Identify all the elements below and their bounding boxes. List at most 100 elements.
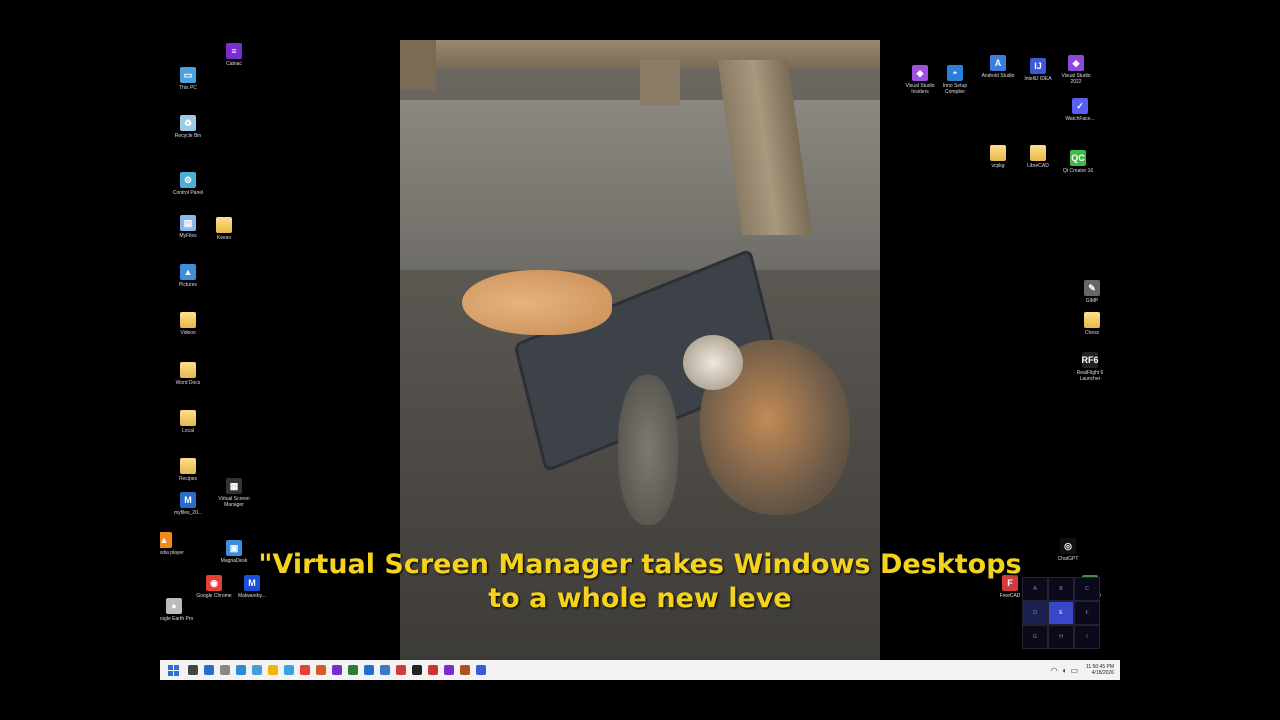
- taskbar-widgets-icon[interactable]: [204, 665, 214, 675]
- desktop-icon-watchface[interactable]: ✓ WatchFace...: [1060, 98, 1100, 122]
- visual-studio-2022-icon: ◆: [1068, 55, 1084, 71]
- taskbar-file-explorer-icon[interactable]: [268, 665, 278, 675]
- recycle-bin-icon: ♻: [180, 115, 196, 131]
- desktop-icon-keeso[interactable]: Keeso: [204, 217, 244, 241]
- desktop-icon-label: Malwareby...: [238, 593, 266, 599]
- desktop-icon-visual-studio-insiders[interactable]: ◆ Visual Studio Insiders: [900, 65, 940, 95]
- desktop-icon-visual-studio-2022[interactable]: ◆ Visual Studio 2022: [1056, 55, 1096, 85]
- desktop-icon-label: WatchFace...: [1065, 116, 1095, 122]
- watchface-icon: ✓: [1072, 98, 1088, 114]
- desktop-icon-magnadesk[interactable]: ▣ MagnaDesk: [214, 540, 254, 564]
- desktop-icon-control-panel[interactable]: ⚙ Control Panel: [168, 172, 208, 196]
- desktop-icon-malwarebytes[interactable]: M Malwareby...: [232, 575, 272, 599]
- taskbar-excel-icon[interactable]: [348, 665, 358, 675]
- taskbar-chrome-icon[interactable]: [300, 665, 310, 675]
- desktop-icon-pictures[interactable]: ▲ Pictures: [168, 264, 208, 288]
- desktop-icon-label: ChatGPT: [1057, 556, 1079, 562]
- malwarebytes-icon: M: [244, 575, 260, 591]
- desktop-icon-android-studio[interactable]: A Android Studio: [978, 55, 1018, 79]
- virtual-desktop-b[interactable]: B: [1048, 577, 1074, 601]
- desktop-icon-label: MyFiles: [179, 233, 197, 239]
- virtual-desktop-h[interactable]: H: [1048, 625, 1074, 649]
- desktop-icon-qt-creator[interactable]: QC Qt Creator 16: [1058, 150, 1098, 174]
- taskbar-task-view-icon[interactable]: [188, 665, 198, 675]
- taskbar-terminal-app-icon[interactable]: [412, 665, 422, 675]
- desktop-icon-label: Catnac: [226, 61, 242, 67]
- taskbar-network-icon[interactable]: [476, 665, 486, 675]
- desktop-icon-catnac[interactable]: ≡ Catnac: [214, 43, 254, 67]
- virtual-desktop-a[interactable]: A: [1022, 577, 1048, 601]
- desktop-icon-label: Pictures: [178, 282, 198, 288]
- desktop-icon-inno-setup-compiler[interactable]: ◓ Inno Setup Compiler: [935, 65, 975, 95]
- desktop-icon-realflight[interactable]: RF6 RealFlight 6 Launcher: [1070, 352, 1110, 382]
- desktop-icon-videos[interactable]: Videos: [168, 312, 208, 336]
- virtual-desktop-e[interactable]: E: [1048, 601, 1074, 625]
- taskbar-visual-studio-icon[interactable]: [444, 665, 454, 675]
- desktop-icon-label: Google Chrome: [196, 593, 232, 599]
- wallpaper-post-mid: [640, 60, 680, 105]
- myfiles-20-icon: M: [180, 492, 196, 508]
- google-earth-pro-icon: ●: [166, 598, 182, 614]
- desktop: ▭ This PC ♻ Recycle Bin ⚙ Control Panel ▤ MyFil…: [160, 40, 1120, 660]
- desktop-icon-label: This PC: [179, 85, 197, 91]
- taskbar-outlook-icon[interactable]: [380, 665, 390, 675]
- taskbar-archive-icon[interactable]: [460, 665, 470, 675]
- realflight-icon: RF6: [1082, 352, 1099, 368]
- desktop-icon-vcpkg[interactable]: vcpkg: [978, 145, 1018, 169]
- system-tray: ◠ ◖ ▭ 11:50:45 PM 4/18/2026: [1049, 662, 1114, 678]
- desktop-icon-label: Control Panel: [172, 190, 204, 196]
- start-button[interactable]: [168, 664, 179, 676]
- taskbar: ◠ ◖ ▭ 11:50:45 PM 4/18/2026: [160, 660, 1120, 680]
- desktop-icon-word-docs[interactable]: Word Docs: [168, 362, 208, 386]
- wifi-icon[interactable]: ◠: [1051, 666, 1058, 675]
- desktop-icon-label: Videos: [180, 330, 196, 336]
- desktop-icon-chatgpt[interactable]: ◎ ChatGPT: [1048, 538, 1088, 562]
- taskbar-opera-icon[interactable]: [396, 665, 406, 675]
- desktop-icon-google-earth-pro[interactable]: ● Google Earth Pro: [160, 598, 194, 622]
- desktop-icon-recycle-bin[interactable]: ♻ Recycle Bin: [168, 115, 208, 139]
- magnadesk-icon: ▣: [226, 540, 242, 556]
- vlc-media-player-icon: ▲: [160, 532, 172, 548]
- desktop-icon-google-chrome[interactable]: ◉ Google Chrome: [194, 575, 234, 599]
- virtual-desktop-d[interactable]: D: [1022, 601, 1048, 625]
- chess-icon: [1084, 312, 1100, 328]
- desktop-icon-myfiles-20[interactable]: Mmyfiles_20...: [168, 492, 208, 516]
- taskbar-word-icon[interactable]: [364, 665, 374, 675]
- taskbar-catnac-icon[interactable]: [332, 665, 342, 675]
- virtual-desktop-grid[interactable]: ABC DEF GHI: [1022, 577, 1100, 649]
- desktop-icon-chess[interactable]: Chess: [1072, 312, 1112, 336]
- virtual-desktop-f[interactable]: F: [1074, 601, 1100, 625]
- desktop-icon-myfiles[interactable]: ▤ MyFiles: [168, 215, 208, 239]
- gimp-icon: ✎: [1084, 280, 1100, 296]
- virtual-desktop-i[interactable]: I: [1074, 625, 1100, 649]
- desktop-icon-label: Android Studio: [981, 73, 1015, 79]
- android-studio-icon: A: [990, 55, 1006, 71]
- freecad-icon: F: [1002, 575, 1018, 591]
- taskbar-edge-icon[interactable]: [252, 665, 262, 675]
- desktop-icon-librecad-folder[interactable]: LibreCAD: [1018, 145, 1058, 169]
- local-icon: [180, 410, 196, 426]
- intellij-idea-icon: IJ: [1030, 58, 1046, 74]
- taskbar-adobe-icon[interactable]: [428, 665, 438, 675]
- desktop-icon-recipes[interactable]: Recipes: [168, 458, 208, 482]
- battery-icon[interactable]: ▭: [1070, 666, 1078, 675]
- volume-icon[interactable]: ◖: [1062, 666, 1067, 675]
- desktop-icon-gimp[interactable]: ✎ GIMP: [1072, 280, 1112, 304]
- desktop-icon-label: Recycle Bin: [174, 133, 202, 139]
- taskbar-settings-icon[interactable]: [284, 665, 294, 675]
- desktop-icon-label: LibreCAD: [1027, 163, 1049, 169]
- taskbar-paint-icon[interactable]: [316, 665, 326, 675]
- desktop-icon-label: Chess: [1084, 330, 1100, 336]
- desktop-icon-intellij-idea[interactable]: IJ IntelliJ IDEA: [1018, 58, 1058, 82]
- taskbar-camera-icon[interactable]: [220, 665, 230, 675]
- clock[interactable]: 11:50:45 PM 4/18/2026: [1086, 664, 1114, 676]
- desktop-icon-local[interactable]: Local: [168, 410, 208, 434]
- virtual-desktop-c[interactable]: C: [1074, 577, 1100, 601]
- desktop-icon-this-pc[interactable]: ▭ This PC: [168, 67, 208, 91]
- desktop-icon-label: RealFlight 6 Launcher: [1076, 370, 1104, 382]
- taskbar-terminal-icon[interactable]: [236, 665, 246, 675]
- wallpaper-calico-head: [683, 335, 743, 390]
- desktop-icon-virtual-screen-manager[interactable]: ▦ Virtual Screen Manager: [214, 478, 254, 508]
- virtual-desktop-g[interactable]: G: [1022, 625, 1048, 649]
- desktop-icon-vlc-media-player[interactable]: ▲ VLC media player: [160, 532, 184, 556]
